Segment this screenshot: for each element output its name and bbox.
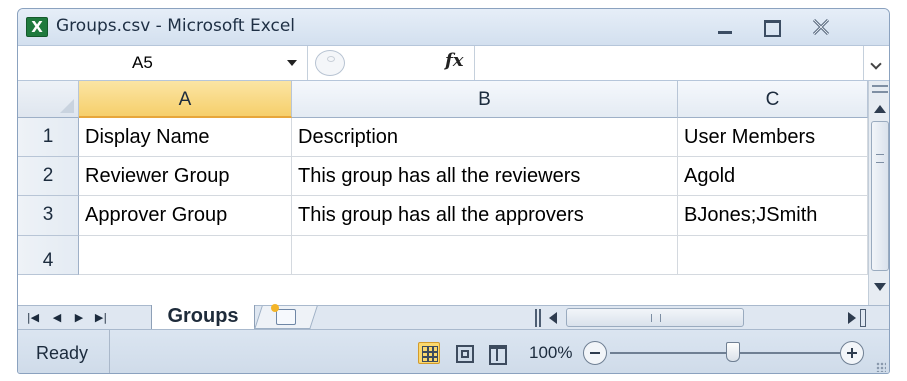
cell-c3[interactable]: BJones;JSmith bbox=[678, 196, 868, 236]
scroll-up-icon[interactable] bbox=[874, 105, 886, 113]
cell-c2[interactable]: Agold bbox=[678, 157, 868, 196]
page-break-preview-icon[interactable] bbox=[486, 342, 508, 365]
cell-b1[interactable]: Description bbox=[292, 118, 678, 157]
excel-app-icon[interactable]: X bbox=[26, 17, 48, 37]
column-header-c[interactable]: C bbox=[678, 81, 868, 118]
cell-b3[interactable]: This group has all the approvers bbox=[292, 196, 678, 236]
cell-c1[interactable]: User Members bbox=[678, 118, 868, 157]
status-text: Ready bbox=[18, 330, 110, 373]
formula-cancel-button[interactable] bbox=[315, 50, 345, 76]
vertical-scroll-thumb[interactable] bbox=[871, 121, 889, 271]
excel-window: X Groups.csv - Microsoft Excel A5 fx A B… bbox=[17, 8, 890, 374]
row-header[interactable]: 3 bbox=[18, 196, 79, 236]
zoom-slider-thumb[interactable] bbox=[726, 342, 740, 362]
cell-a2[interactable]: Reviewer Group bbox=[79, 157, 292, 196]
column-header-b[interactable]: B bbox=[292, 81, 678, 118]
cell-c4[interactable] bbox=[678, 236, 868, 275]
zoom-in-icon[interactable] bbox=[840, 341, 864, 365]
cell-a1[interactable]: Display Name bbox=[79, 118, 292, 157]
maximize-button[interactable] bbox=[756, 15, 786, 39]
name-box[interactable]: A5 bbox=[18, 46, 308, 80]
last-sheet-icon[interactable]: ▶| bbox=[94, 311, 108, 325]
cell-a4[interactable] bbox=[79, 236, 292, 275]
scroll-left-icon[interactable] bbox=[549, 312, 557, 324]
title-bar: X Groups.csv - Microsoft Excel bbox=[18, 9, 889, 45]
sheet-tab-bar: |◀ ◀ ▶ ▶| Groups bbox=[18, 304, 889, 330]
chevron-down-icon[interactable] bbox=[287, 60, 297, 66]
status-bar: Ready 100% bbox=[18, 329, 889, 373]
row-header[interactable]: 2 bbox=[18, 157, 79, 196]
sheet-tab-groups[interactable]: Groups bbox=[151, 305, 255, 330]
zoom-level[interactable]: 100% bbox=[529, 343, 572, 363]
minimize-button[interactable] bbox=[710, 15, 740, 39]
expand-formula-bar-button[interactable] bbox=[863, 46, 889, 80]
spreadsheet-grid[interactable]: A B C 1 Display Name Description User Me… bbox=[18, 81, 868, 305]
window-title: Groups.csv - Microsoft Excel bbox=[56, 16, 296, 36]
scroll-down-icon[interactable] bbox=[874, 283, 886, 291]
split-box-icon[interactable] bbox=[872, 85, 888, 93]
vertical-scrollbar[interactable] bbox=[868, 81, 889, 305]
row-header[interactable]: 4 bbox=[18, 236, 79, 275]
formula-controls: fx bbox=[309, 46, 474, 80]
tab-split-handle[interactable] bbox=[535, 309, 541, 327]
zoom-out-icon[interactable] bbox=[583, 341, 607, 365]
prev-sheet-icon[interactable]: ◀ bbox=[50, 311, 64, 325]
row-header[interactable]: 1 bbox=[18, 118, 79, 157]
next-sheet-icon[interactable]: ▶ bbox=[72, 311, 86, 325]
formula-bar: A5 fx bbox=[18, 45, 889, 81]
zoom-slider-track[interactable] bbox=[610, 352, 840, 354]
formula-input[interactable] bbox=[474, 46, 864, 80]
insert-sheet-icon[interactable] bbox=[271, 304, 296, 325]
name-box-value: A5 bbox=[132, 53, 153, 72]
close-button[interactable] bbox=[806, 15, 836, 39]
horizontal-split-box-icon[interactable] bbox=[860, 309, 866, 327]
cell-b2[interactable]: This group has all the reviewers bbox=[292, 157, 678, 196]
normal-view-icon[interactable] bbox=[418, 342, 440, 364]
select-all-corner[interactable] bbox=[18, 81, 79, 118]
close-icon bbox=[812, 18, 830, 36]
cell-a3[interactable]: Approver Group bbox=[79, 196, 292, 236]
page-layout-view-icon[interactable] bbox=[453, 342, 475, 364]
insert-function-button[interactable]: fx bbox=[445, 50, 463, 71]
cell-b4[interactable] bbox=[292, 236, 678, 275]
scroll-right-icon[interactable] bbox=[848, 312, 856, 324]
resize-grip-icon[interactable] bbox=[876, 362, 886, 372]
column-header-a[interactable]: A bbox=[79, 81, 292, 118]
horizontal-scroll-thumb[interactable] bbox=[566, 308, 744, 327]
first-sheet-icon[interactable]: |◀ bbox=[26, 311, 40, 325]
